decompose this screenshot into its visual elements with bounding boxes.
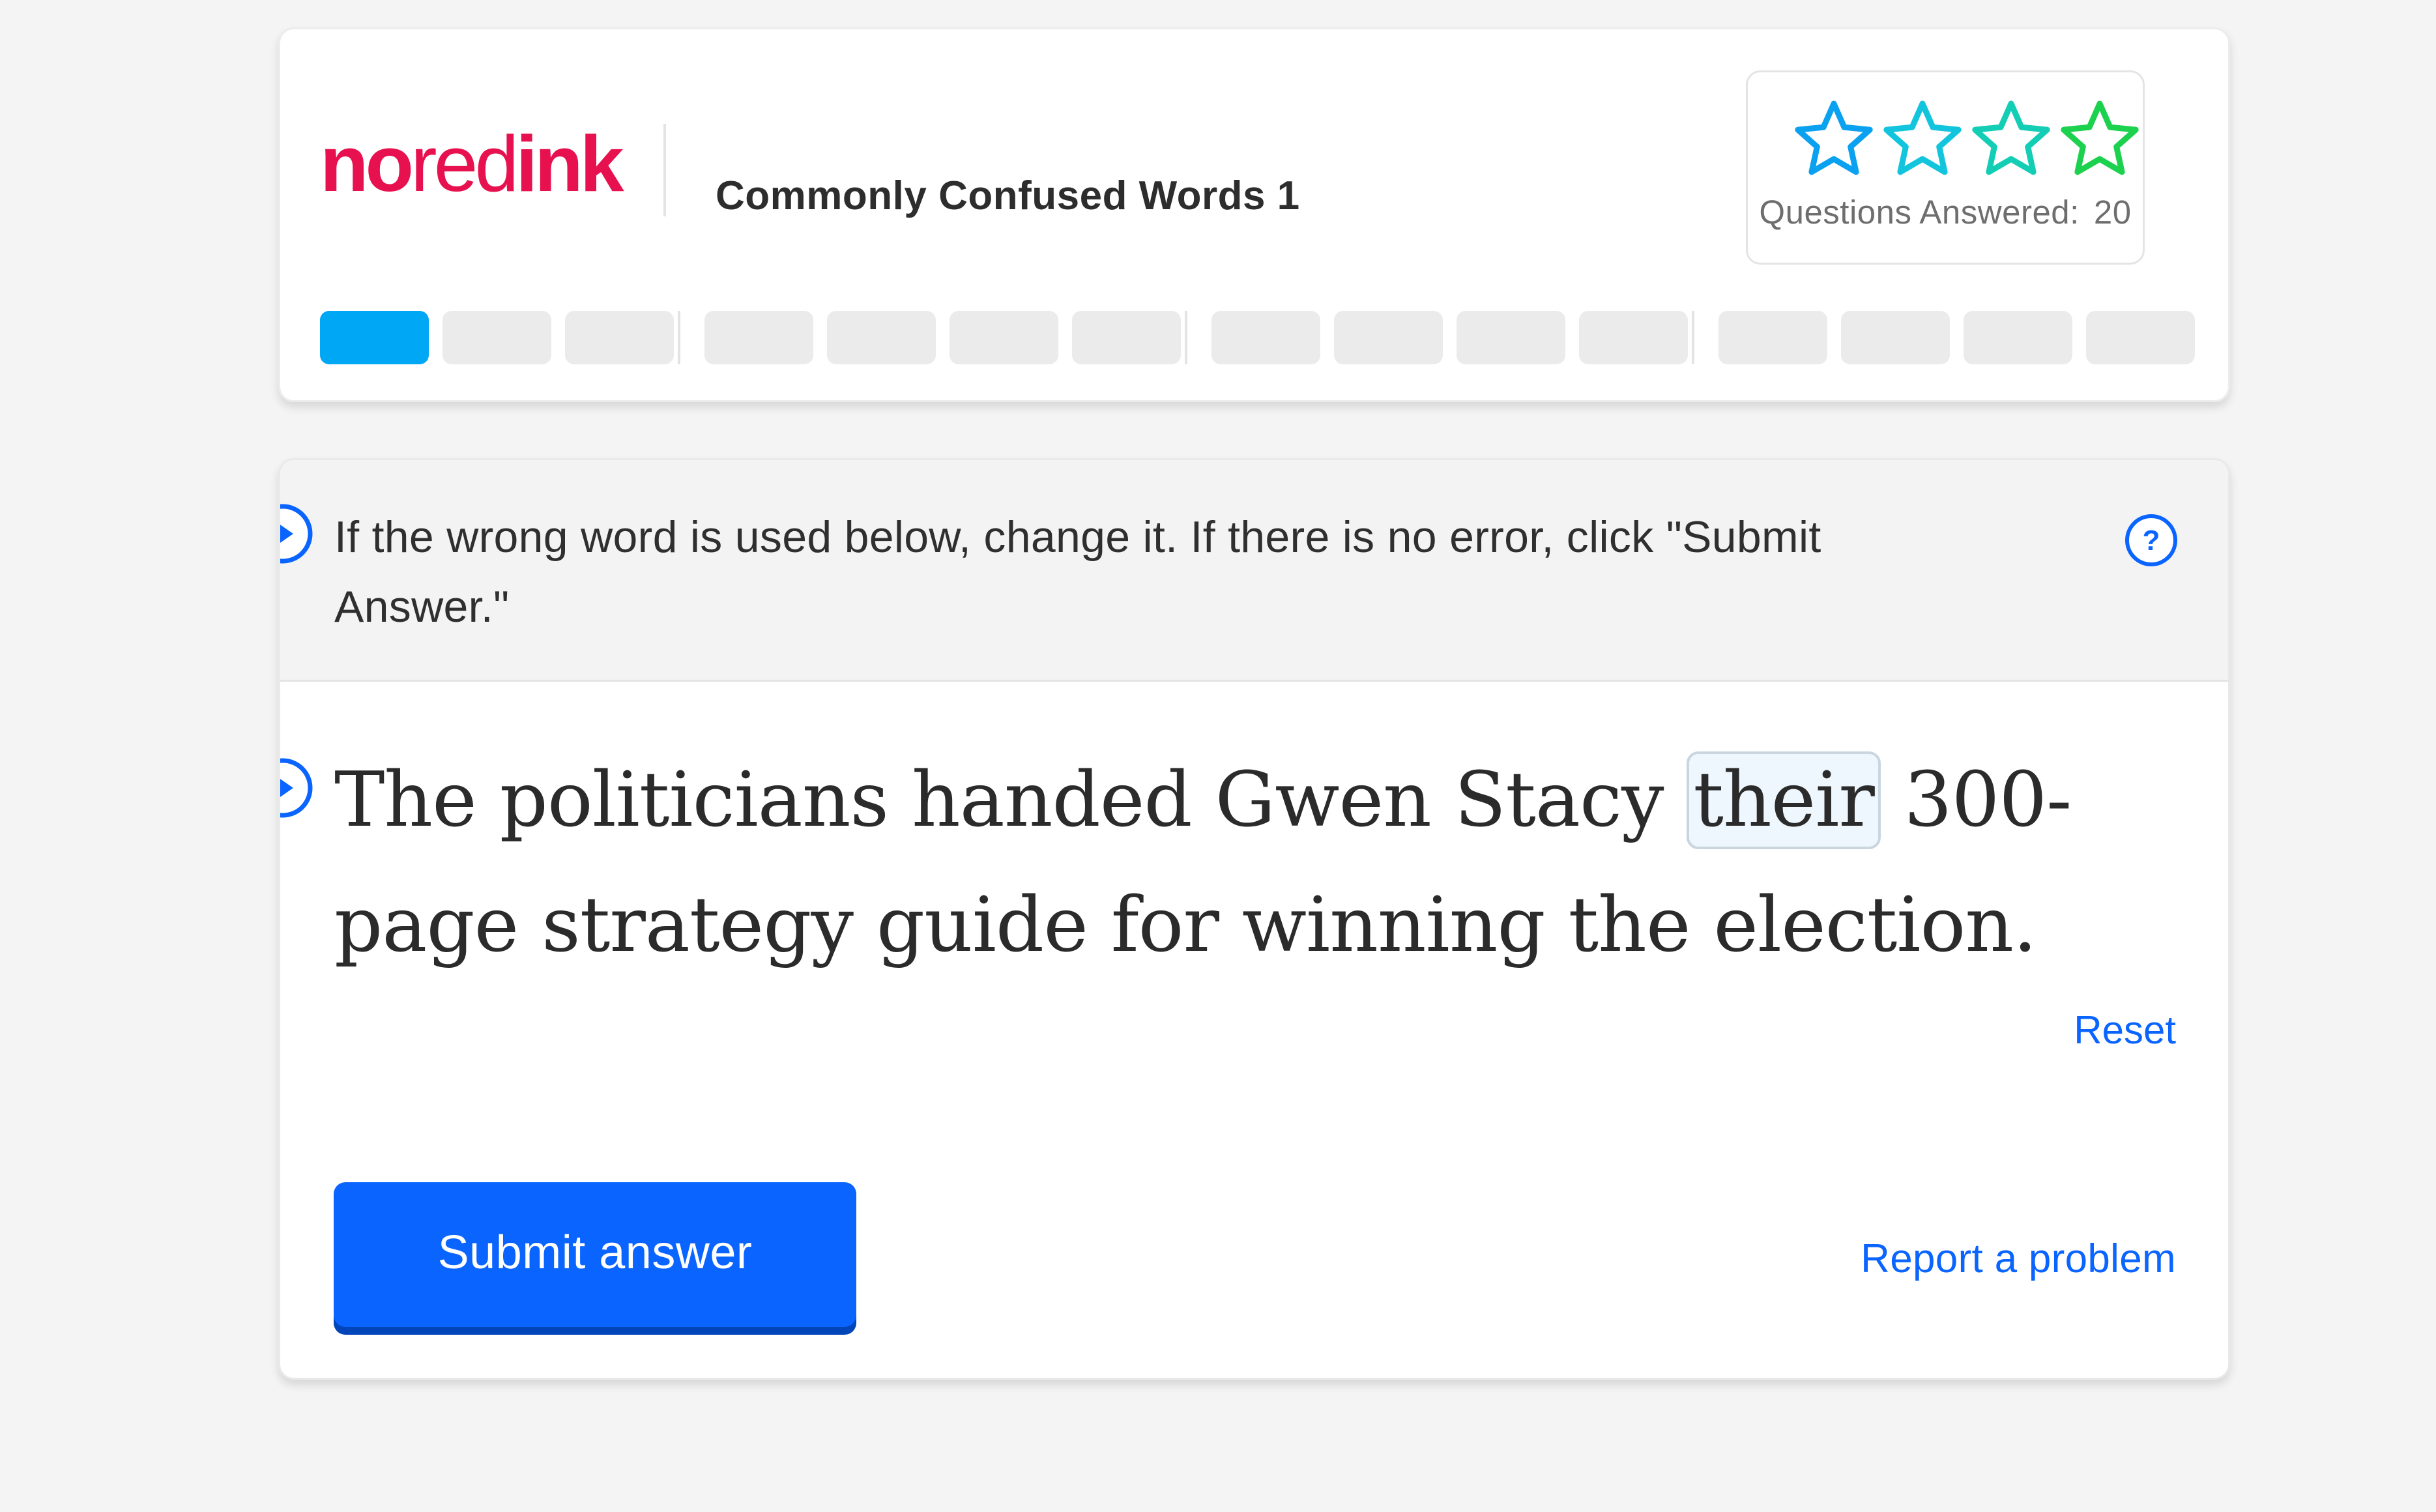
question-sentence: The politicians handed Gwen Stacy their … — [334, 738, 2192, 988]
progress-segment — [1718, 311, 1827, 364]
progress-segment — [1211, 311, 1320, 364]
instructions-panel: If the wrong word is used below, change … — [280, 460, 2228, 682]
progress-bar — [320, 311, 2197, 364]
star-outline-icon — [1795, 100, 1873, 175]
sentence-text-before: The politicians handed Gwen Stacy — [334, 756, 1687, 844]
progress-segment-current — [320, 311, 429, 364]
progress-group-divider — [678, 311, 680, 364]
editable-word-input[interactable]: their — [1687, 751, 1881, 849]
question-circle-icon[interactable]: ? — [2123, 512, 2179, 568]
progress-segment — [565, 311, 674, 364]
exercise-page: noredink Commonly Confused Words 1 Quest… — [0, 0, 2436, 1512]
star-outline-icon — [2061, 100, 2139, 175]
progress-segment — [1964, 311, 2072, 364]
progress-segment — [1072, 311, 1181, 364]
progress-segment — [950, 311, 1058, 364]
play-circle-icon[interactable] — [278, 757, 314, 819]
questions-answered: Questions Answered: 20 — [1748, 193, 2143, 231]
assignment-title: Commonly Confused Words 1 — [716, 173, 1300, 218]
logo-part-ink: ink — [515, 119, 624, 208]
play-circle-icon[interactable] — [278, 502, 314, 565]
progress-segment — [1579, 311, 1688, 364]
questions-answered-count: 20 — [2093, 194, 2132, 231]
reset-link[interactable]: Reset — [2074, 1008, 2176, 1053]
progress-segment — [827, 311, 936, 364]
star-outline-icon — [1883, 100, 1962, 175]
report-problem-link[interactable]: Report a problem — [1861, 1236, 2176, 1282]
progress-segment — [704, 311, 813, 364]
submit-answer-button[interactable]: Submit answer — [334, 1182, 856, 1327]
progress-segment — [1334, 311, 1443, 364]
stars-row — [1791, 96, 2146, 182]
logo-part-no: no — [320, 119, 414, 208]
questions-answered-label: Questions Answered: — [1759, 194, 2080, 231]
header-divider — [663, 124, 666, 216]
mastery-stars-panel: Questions Answered: 20 — [1746, 70, 2145, 265]
logo-part-red: red — [411, 119, 519, 208]
progress-group-divider — [1185, 311, 1187, 364]
assignment-header: noredink Commonly Confused Words 1 Quest… — [278, 27, 2230, 402]
progress-segment — [1841, 311, 1950, 364]
progress-group-divider — [1692, 311, 1694, 364]
noredink-logo[interactable]: noredink — [320, 124, 624, 203]
instructions-text: If the wrong word is used below, change … — [334, 512, 1821, 632]
star-outline-icon — [1972, 100, 2050, 175]
question-card: If the wrong word is used below, change … — [278, 458, 2230, 1380]
svg-text:?: ? — [2143, 525, 2160, 557]
progress-segment — [442, 311, 551, 364]
progress-segment — [1457, 311, 1565, 364]
progress-segment — [2086, 311, 2195, 364]
